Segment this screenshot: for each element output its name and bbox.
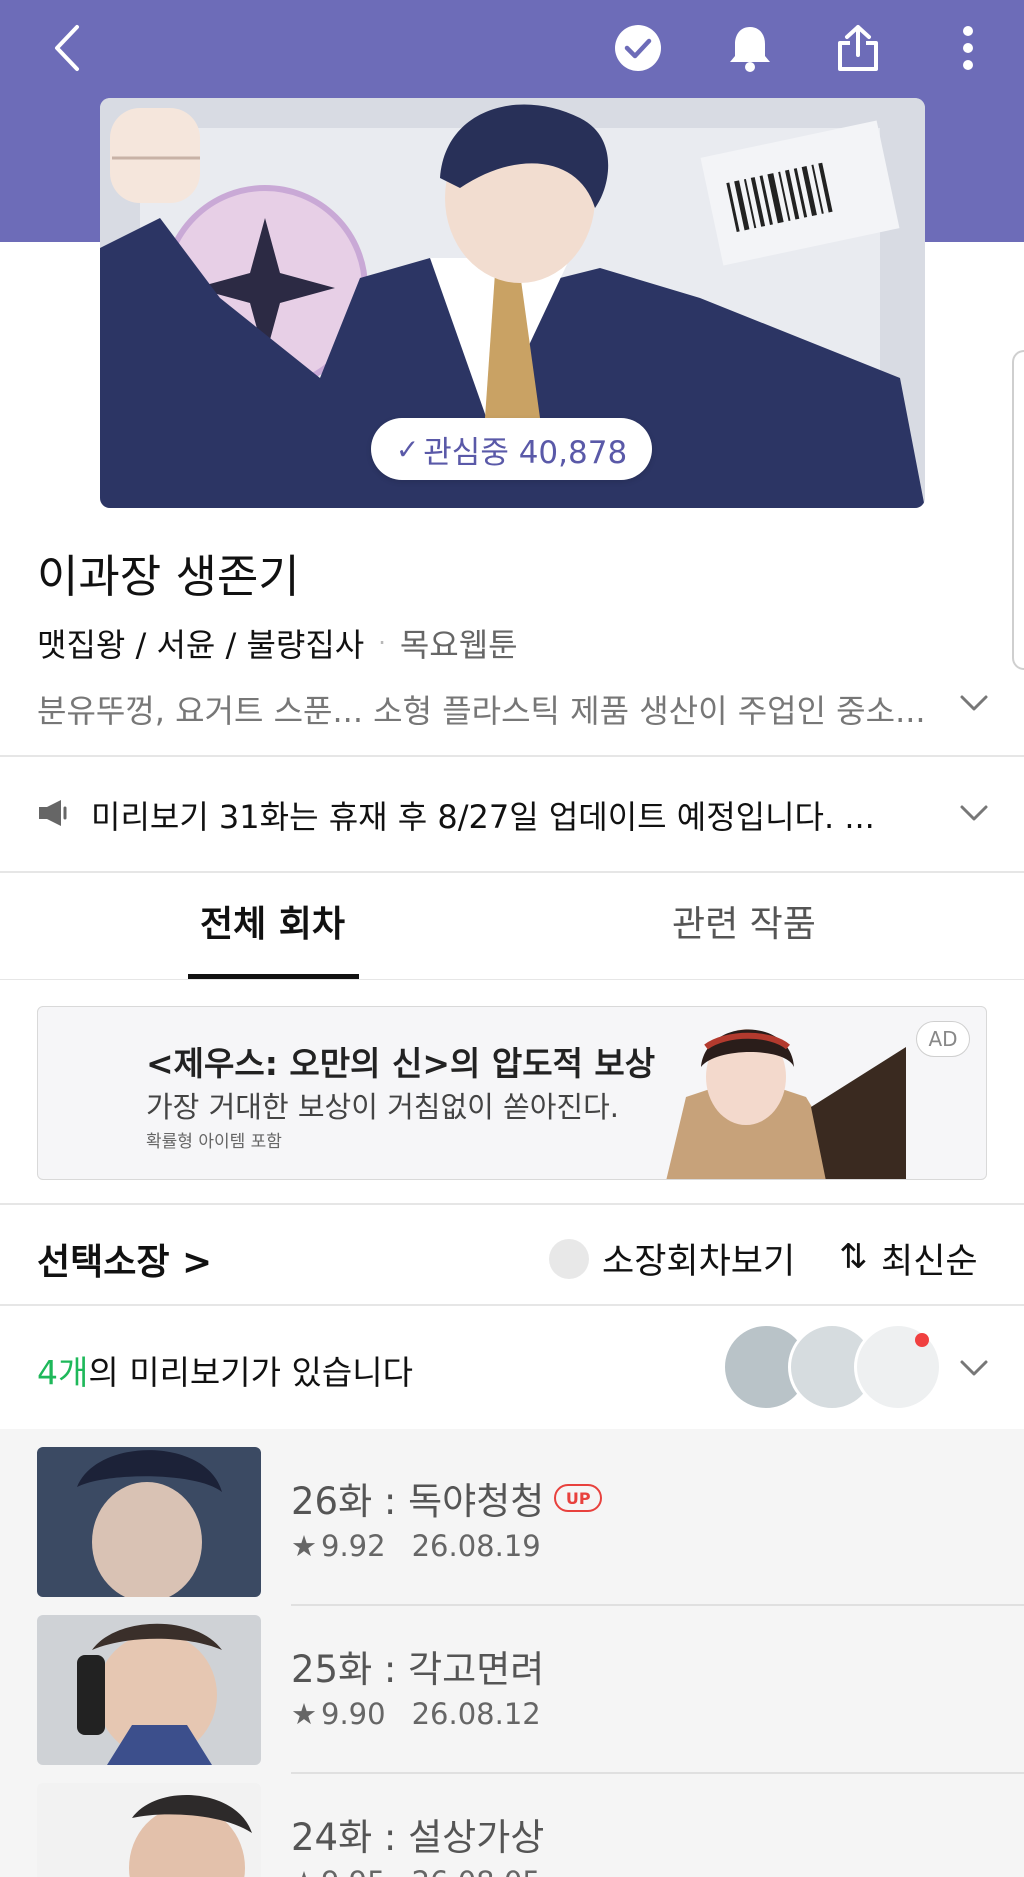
rating: ★ 9.92: [291, 1529, 386, 1563]
tab-related-works[interactable]: 관련 작품: [672, 895, 816, 947]
new-indicator-dot: [915, 1333, 929, 1347]
owned-episodes-toggle[interactable]: [549, 1239, 589, 1279]
owned-episodes-label[interactable]: 소장회차보기: [602, 1233, 795, 1284]
rating: ★ 9.95: [291, 1865, 386, 1877]
preview-text: 4개의 미리보기가 있습니다: [37, 1346, 413, 1394]
star-icon: ★: [291, 1865, 317, 1877]
interest-button[interactable]: ✓ 관심중 40,878: [371, 418, 652, 480]
check-circle-icon[interactable]: [608, 18, 668, 78]
ad-badge: AD: [916, 1021, 970, 1057]
expand-summary-chevron-icon[interactable]: [954, 683, 994, 723]
bell-icon[interactable]: [720, 18, 780, 78]
episode-date: 26.08.12: [411, 1697, 541, 1731]
episode-title: 24화 : 설상가상: [291, 1816, 545, 1859]
share-icon[interactable]: [828, 18, 888, 78]
preview-banner[interactable]: 4개의 미리보기가 있습니다: [0, 1306, 1024, 1429]
up-badge: UP: [554, 1484, 603, 1512]
rating: ★ 9.90: [291, 1697, 386, 1731]
tab-all-episodes[interactable]: 전체 회차: [200, 895, 345, 947]
divider: [0, 1203, 1024, 1205]
top-bar: [0, 0, 1024, 95]
ad-character-image: [626, 1007, 906, 1179]
author-line: 맷집왕 / 서윤 / 불량집사 · 목요웹툰: [37, 620, 518, 666]
divider: [0, 871, 1024, 873]
episode-meta: ★ 9.92 26.08.19: [291, 1529, 541, 1563]
checkmark-icon: ✓: [395, 432, 420, 466]
megaphone-icon: [37, 798, 73, 832]
ad-note: 확률형 아이템 포함: [146, 1132, 282, 1152]
ad-banner[interactable]: <제우스: 오만의 신>의 압도적 보상 가장 거대한 보상이 거침없이 쏟아진…: [37, 1006, 987, 1180]
star-icon: ★: [291, 1529, 317, 1563]
episode-date: 26.08.05: [412, 1865, 541, 1877]
divider: [0, 979, 1024, 980]
preview-label: 의 미리보기가 있습니다: [88, 1353, 413, 1392]
rating-value: 9.90: [321, 1697, 386, 1731]
episode-thumbnail: [37, 1447, 261, 1597]
preview-avatars: [722, 1323, 942, 1413]
rating-value: 9.92: [321, 1529, 386, 1563]
preview-count: 4개: [37, 1353, 89, 1392]
episode-list: 26화 : 독야청청 UP ★ 9.92 26.08.19 25화 : 각고면려 ★…: [0, 1429, 1024, 1877]
sort-button[interactable]: 최신순: [881, 1233, 978, 1284]
separator-dot: ·: [378, 629, 386, 657]
episode-date: 26.08.19: [411, 1529, 541, 1563]
expand-preview-chevron-icon[interactable]: [954, 1348, 994, 1388]
back-icon[interactable]: [36, 18, 96, 78]
star-icon: ★: [291, 1697, 317, 1731]
select-purchase-button[interactable]: 선택소장 >: [37, 1233, 212, 1285]
side-drawer-handle[interactable]: [1012, 350, 1024, 670]
more-icon[interactable]: [938, 18, 998, 78]
ad-subtitle: 가장 거대한 보상이 거침없이 쏟아진다.: [146, 1090, 619, 1124]
webtoon-title: 이과장 생존기: [37, 550, 300, 603]
notice-bar[interactable]: 미리보기 31화는 휴재 후 8/27일 업데이트 예정입니다. ...: [37, 790, 987, 840]
episode-row[interactable]: 26화 : 독야청청 UP ★ 9.92 26.08.19: [0, 1429, 1024, 1597]
notice-text: 미리보기 31화는 휴재 후 8/27일 업데이트 예정입니다. ...: [91, 798, 875, 836]
purchase-row: 선택소장 > 소장회차보기 ⇅ 최신순: [37, 1233, 987, 1283]
divider: [0, 755, 1024, 757]
episode-meta: ★ 9.90 26.08.12: [291, 1697, 541, 1731]
publish-day: 목요웹툰: [399, 626, 518, 664]
avatar: [854, 1323, 942, 1411]
episode-thumbnail: [37, 1615, 261, 1765]
rating-value: 9.95: [321, 1865, 386, 1877]
episode-title: 25화 : 각고면려: [291, 1648, 545, 1691]
episode-row[interactable]: 25화 : 각고면려 ★ 9.90 26.08.12: [0, 1597, 1024, 1765]
sort-arrows-icon[interactable]: ⇅: [839, 1237, 868, 1277]
ad-title: <제우스: 오만의 신>의 압도적 보상: [146, 1044, 656, 1083]
episode-row[interactable]: 24화 : 설상가상 ★ 9.95 26.08.05: [0, 1765, 1024, 1877]
interest-count-label: 관심중 40,878: [423, 434, 628, 471]
expand-notice-chevron-icon[interactable]: [954, 793, 994, 833]
episode-title-text: 26화 : 독야청청: [291, 1480, 545, 1523]
episode-thumbnail: [37, 1783, 261, 1877]
authors-text[interactable]: 맷집왕 / 서윤 / 불량집사: [37, 620, 364, 666]
episode-meta: ★ 9.95 26.08.05: [291, 1865, 541, 1877]
episode-title: 26화 : 독야청청 UP: [291, 1471, 603, 1525]
summary-text[interactable]: 분유뚜껑, 요거트 스푼... 소형 플라스틱 제품 생산이 주업인 중소...: [37, 686, 937, 732]
